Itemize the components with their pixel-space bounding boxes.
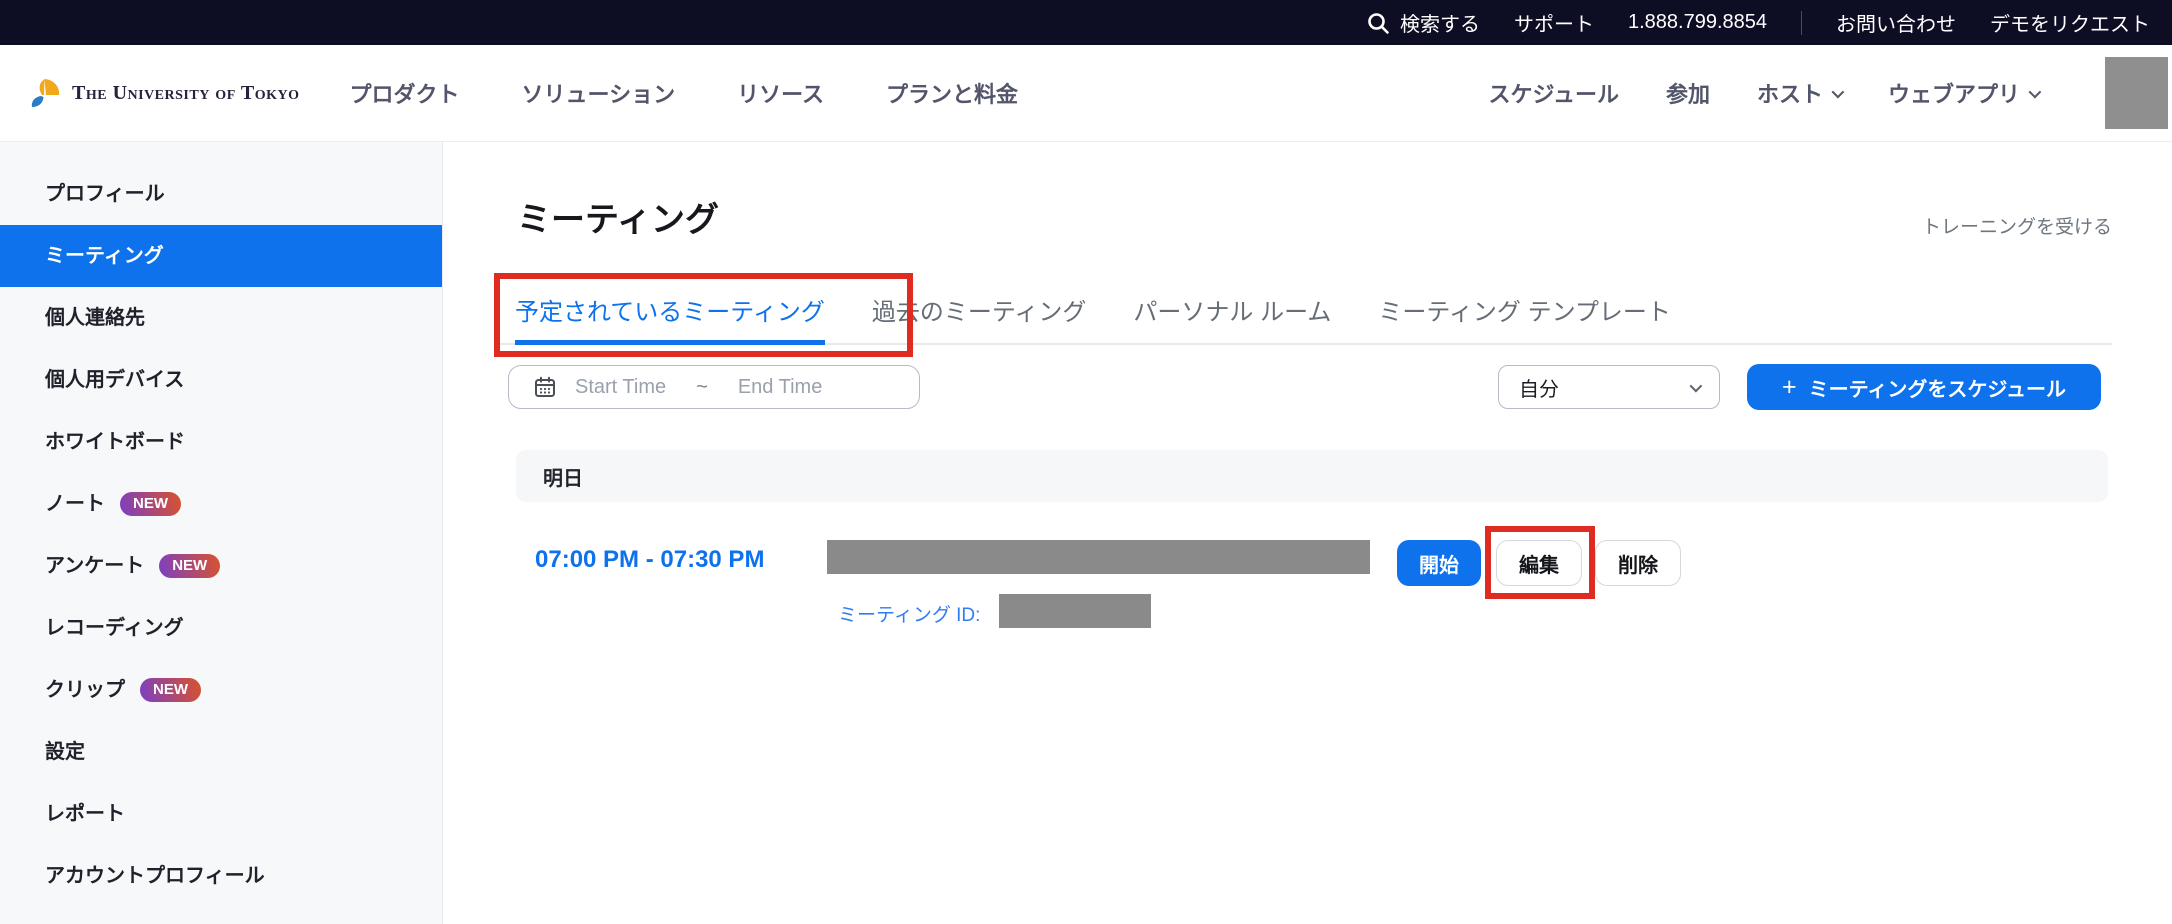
range-separator: ~ bbox=[696, 376, 708, 399]
start-time-placeholder: Start Time bbox=[575, 376, 666, 399]
sidebar-item-surveys[interactable]: アンケート NEW bbox=[0, 535, 442, 597]
chevron-down-icon bbox=[1832, 85, 1845, 98]
chevron-down-icon bbox=[1690, 379, 1703, 392]
ginkgo-leaf-icon bbox=[28, 77, 62, 109]
sidebar-item-clips[interactable]: クリップ NEW bbox=[0, 659, 442, 721]
sidebar-item-notes[interactable]: ノート NEW bbox=[0, 473, 442, 535]
nav-host-menu[interactable]: ホスト bbox=[1757, 77, 1841, 109]
sidebar-item-reports[interactable]: レポート bbox=[0, 783, 442, 845]
sidebar-item-settings[interactable]: 設定 bbox=[0, 721, 442, 783]
end-time-placeholder: End Time bbox=[738, 376, 822, 399]
primary-nav: プロダクト ソリューション リソース プランと料金 bbox=[350, 77, 1019, 109]
redacted-meeting-topic[interactable] bbox=[827, 540, 1370, 574]
sidebar-item-personal-devices[interactable]: 個人用デバイス bbox=[0, 349, 442, 411]
redacted-meeting-id bbox=[999, 594, 1151, 628]
calendar-icon bbox=[533, 375, 557, 399]
schedule-meeting-button[interactable]: + ミーティングをスケジュール bbox=[1747, 364, 2101, 410]
date-range-input[interactable]: Start Time ~ End Time bbox=[508, 365, 920, 409]
new-badge: NEW bbox=[140, 678, 201, 703]
page-title: ミーティング bbox=[517, 200, 719, 240]
section-header-tomorrow: 明日 bbox=[516, 450, 2108, 502]
sidebar-item-meetings[interactable]: ミーティング bbox=[0, 225, 442, 287]
tab-upcoming-meetings[interactable]: 予定されているミーティング bbox=[515, 298, 825, 345]
schedule-meeting-label: ミーティングをスケジュール bbox=[1809, 373, 2066, 402]
phone-number[interactable]: 1.888.799.8854 bbox=[1628, 11, 1767, 34]
nav-solutions[interactable]: ソリューション bbox=[522, 77, 676, 109]
sidebar-item-personal-contacts[interactable]: 個人連絡先 bbox=[0, 287, 442, 349]
search-label: 検索する bbox=[1400, 8, 1480, 37]
meeting-id-label: ミーティング ID: bbox=[838, 600, 980, 627]
navbar: The University of Tokyo プロダクト ソリューション リソ… bbox=[0, 45, 2172, 142]
meetings-tabs: 予定されているミーティング 過去のミーティング パーソナル ルーム ミーティング… bbox=[515, 298, 1671, 345]
plus-icon: + bbox=[1782, 375, 1797, 400]
secondary-nav: スケジュール 参加 ホスト ウェブアプリ bbox=[1488, 57, 2172, 129]
start-meeting-button[interactable]: 開始 bbox=[1397, 540, 1481, 586]
support-link[interactable]: サポート bbox=[1514, 8, 1594, 37]
nav-schedule[interactable]: スケジュール bbox=[1488, 77, 1618, 109]
search-icon bbox=[1366, 11, 1390, 35]
sidebar-item-recordings[interactable]: レコーディング bbox=[0, 597, 442, 659]
host-filter-value: 自分 bbox=[1519, 373, 1559, 402]
zoom-web-portal: 検索する サポート 1.888.799.8854 お問い合わせ デモをリクエスト… bbox=[0, 0, 2172, 924]
edit-meeting-button[interactable]: 編集 bbox=[1496, 540, 1582, 586]
sidebar-item-profile[interactable]: プロフィール bbox=[0, 163, 442, 225]
logo-text: The University of Tokyo bbox=[72, 82, 300, 105]
nav-join[interactable]: 参加 bbox=[1666, 77, 1710, 109]
host-filter-select[interactable]: 自分 bbox=[1498, 365, 1720, 409]
sidebar: プロフィール ミーティング 個人連絡先 個人用デバイス ホワイトボード ノート … bbox=[0, 142, 443, 924]
meeting-time-range: 07:00 PM - 07:30 PM bbox=[535, 546, 764, 574]
request-demo-link[interactable]: デモをリクエスト bbox=[1990, 8, 2150, 37]
nav-webapp-menu[interactable]: ウェブアプリ bbox=[1888, 77, 2038, 109]
search-button[interactable]: 検索する bbox=[1366, 8, 1480, 37]
new-badge: NEW bbox=[159, 554, 220, 579]
topbar-divider bbox=[1801, 11, 1802, 35]
avatar[interactable] bbox=[2105, 57, 2168, 129]
nav-plans-pricing[interactable]: プランと料金 bbox=[886, 77, 1018, 109]
nav-resources[interactable]: リソース bbox=[737, 77, 824, 109]
main-content: ミーティング トレーニングを受ける 予定されているミーティング 過去のミーティン… bbox=[443, 142, 2172, 924]
sidebar-item-whiteboard[interactable]: ホワイトボード bbox=[0, 411, 442, 473]
sidebar-item-account-profile[interactable]: アカウントプロフィール bbox=[0, 845, 442, 907]
tab-personal-room[interactable]: パーソナル ルーム bbox=[1133, 298, 1331, 345]
university-logo[interactable]: The University of Tokyo bbox=[28, 77, 300, 109]
nav-products[interactable]: プロダクト bbox=[350, 77, 460, 109]
chevron-down-icon bbox=[2029, 85, 2042, 98]
new-badge: NEW bbox=[120, 492, 181, 517]
tab-meeting-templates[interactable]: ミーティング テンプレート bbox=[1378, 298, 1671, 345]
contact-link[interactable]: お問い合わせ bbox=[1836, 8, 1956, 37]
get-training-link[interactable]: トレーニングを受ける bbox=[1922, 212, 2112, 239]
delete-meeting-button[interactable]: 削除 bbox=[1595, 540, 1681, 586]
tab-previous-meetings[interactable]: 過去のミーティング bbox=[872, 298, 1087, 345]
topbar: 検索する サポート 1.888.799.8854 お問い合わせ デモをリクエスト bbox=[0, 0, 2172, 45]
